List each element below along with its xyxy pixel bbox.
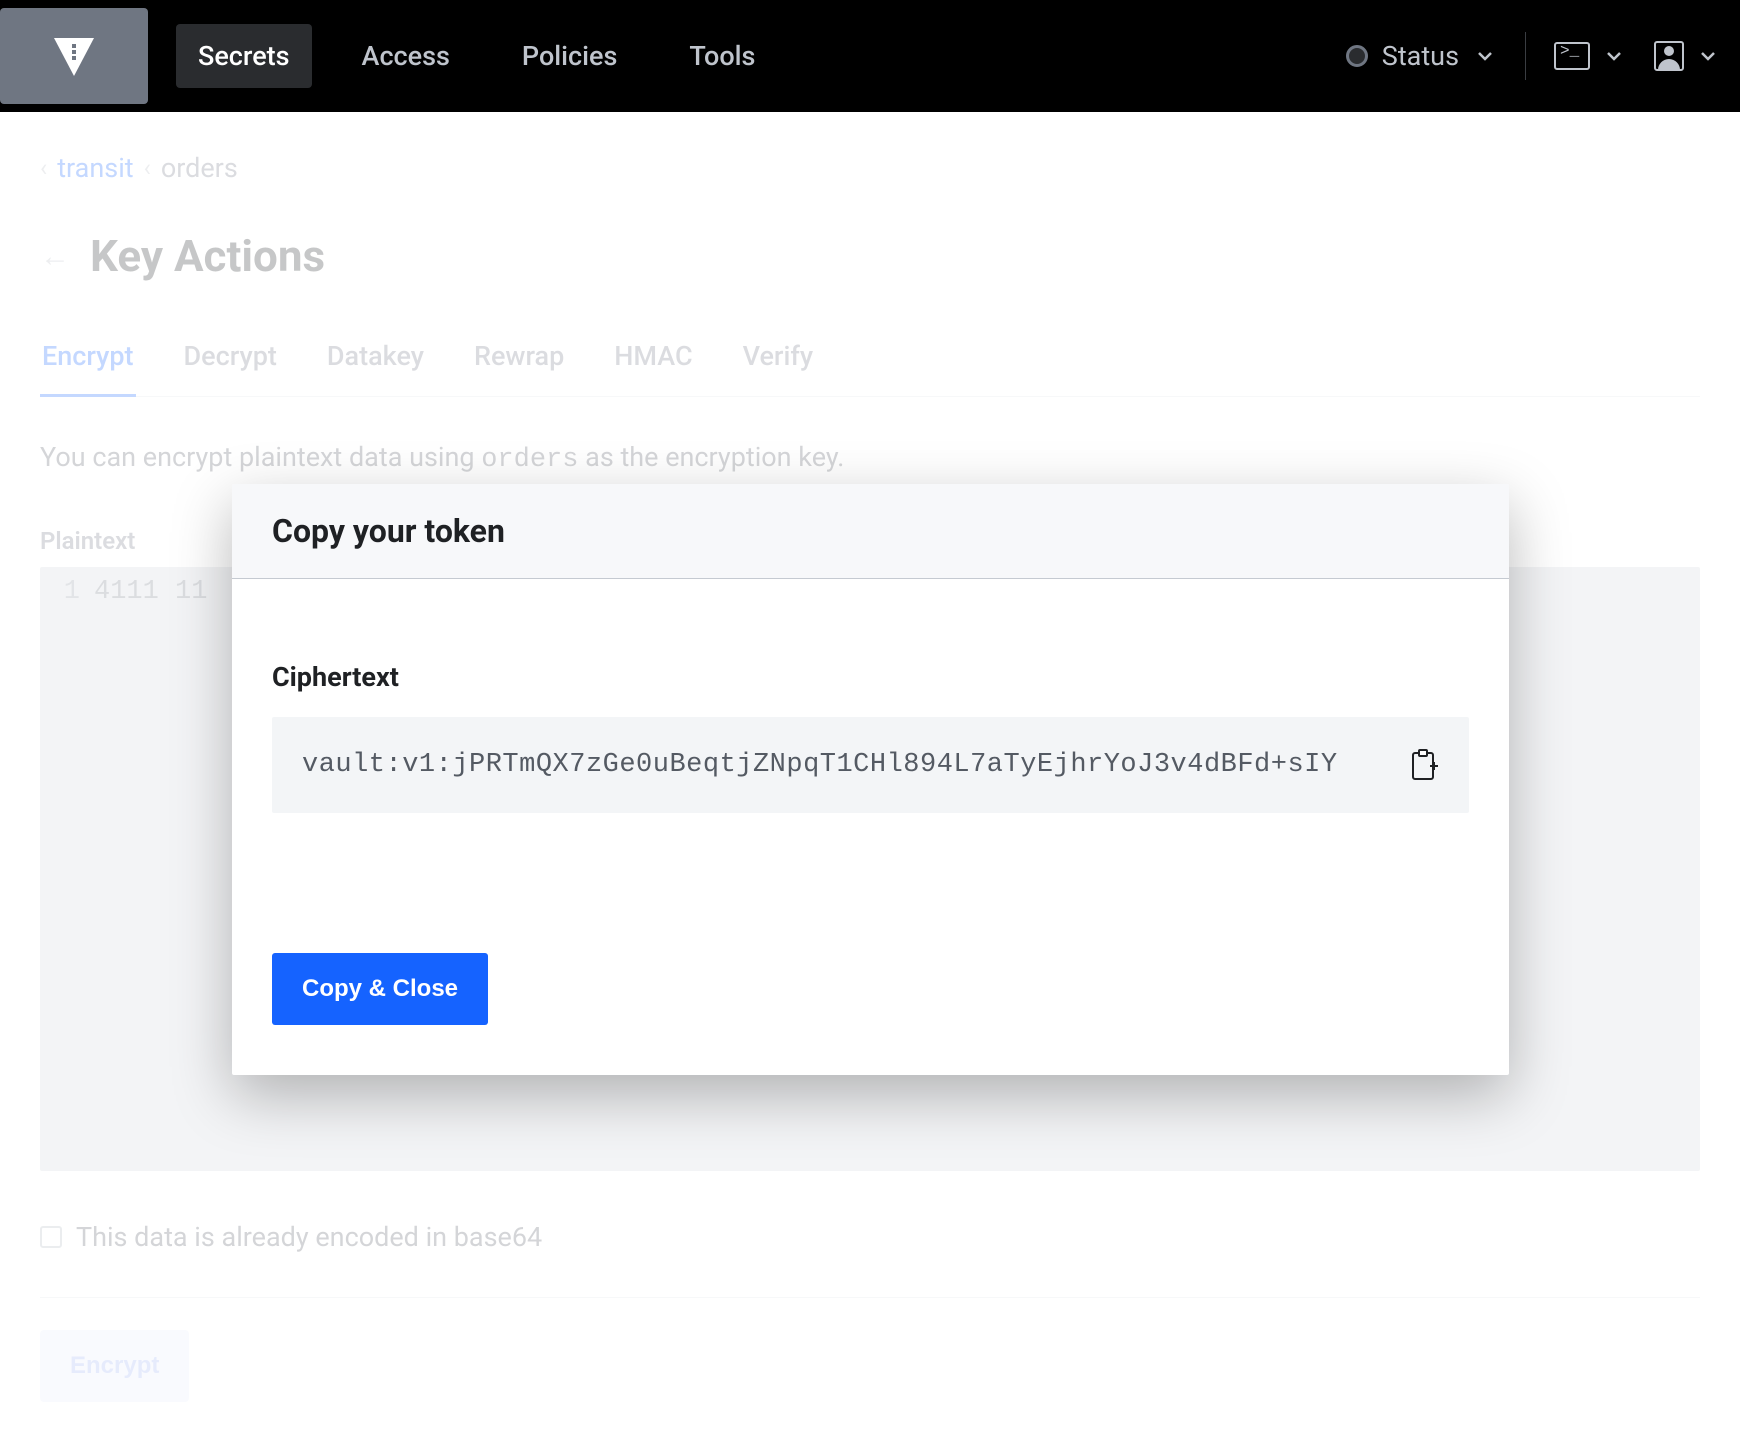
chevron-down-icon [1602,44,1626,68]
status-dropdown[interactable]: Status [1346,40,1497,72]
vault-logo[interactable] [0,8,148,104]
copy-close-button[interactable]: Copy & Close [272,953,488,1025]
chevron-down-icon [1696,44,1720,68]
nav-divider [1525,32,1526,80]
ciphertext-box: vault:v1:jPRTmQX7zGe0uBeqtjZNpqT1CHl894L… [272,717,1469,813]
nav-tools[interactable]: Tools [667,24,777,88]
user-dropdown[interactable] [1654,41,1720,71]
status-indicator-icon [1346,45,1368,67]
copy-token-modal: Copy your token Ciphertext vault:v1:jPRT… [232,484,1509,1075]
nav-secrets[interactable]: Secrets [176,24,312,88]
modal-header: Copy your token [232,484,1509,579]
top-navbar: Secrets Access Policies Tools Status [0,0,1740,112]
copy-icon[interactable] [1411,749,1439,781]
nav-policies[interactable]: Policies [500,24,639,88]
chevron-down-icon [1473,44,1497,68]
user-icon [1654,41,1684,71]
terminal-dropdown[interactable] [1554,42,1626,70]
ciphertext-label: Ciphertext [272,661,1469,693]
nav-access[interactable]: Access [340,24,472,88]
modal-title: Copy your token [272,512,1469,550]
status-label: Status [1382,40,1459,72]
terminal-icon [1554,42,1590,70]
ciphertext-value: vault:v1:jPRTmQX7zGe0uBeqtjZNpqT1CHl894L… [302,750,1387,780]
